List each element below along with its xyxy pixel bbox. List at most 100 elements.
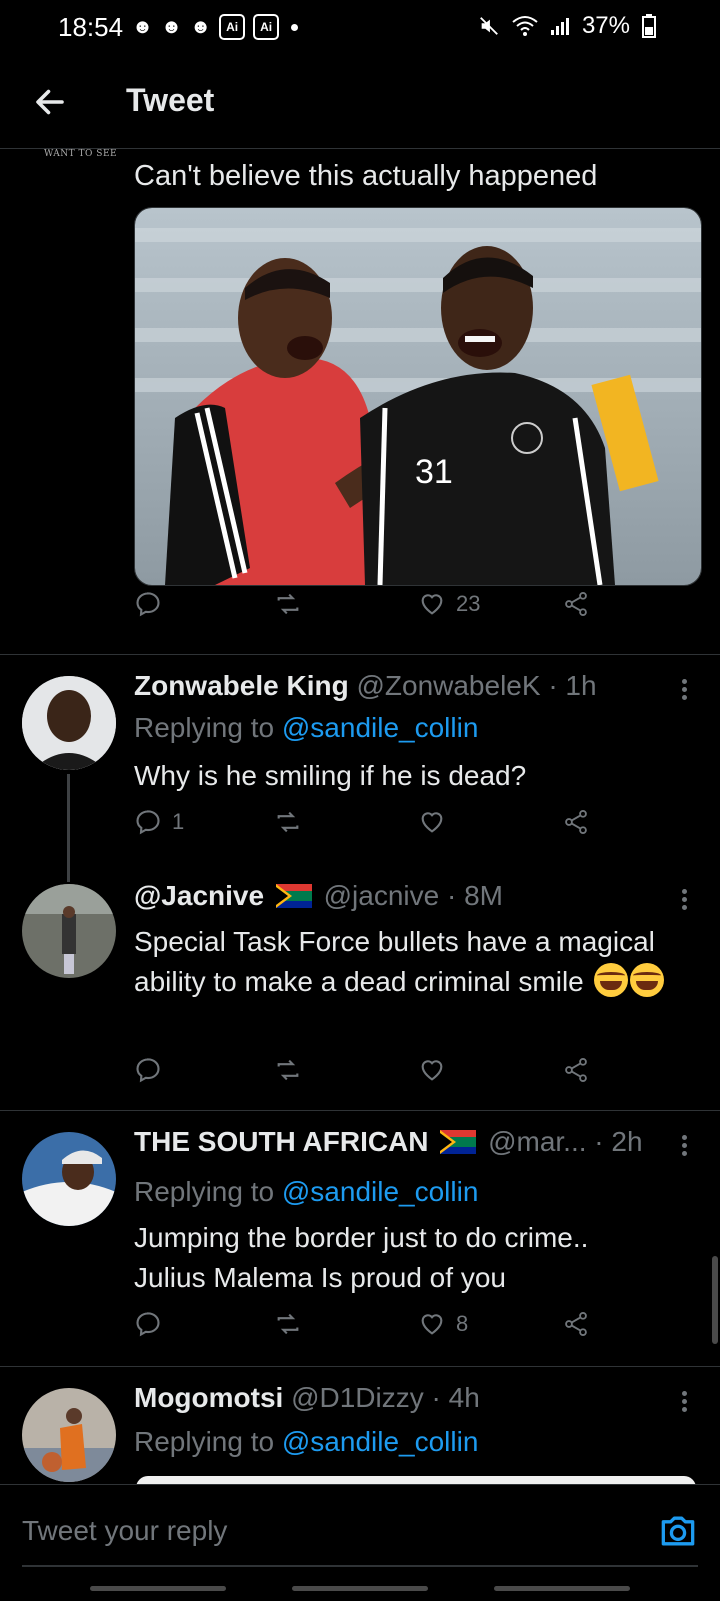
avatar[interactable] (22, 884, 116, 978)
reply-actions: 1 (134, 808, 614, 848)
reply-text-line: Julius Malema Is proud of you (134, 1262, 506, 1293)
ai-app-icon: Ai (253, 14, 280, 40)
nav-recents[interactable] (90, 1586, 226, 1591)
share-button[interactable] (562, 1310, 590, 1338)
reply-button[interactable] (134, 1056, 162, 1084)
mention-link[interactable]: @sandile_collin (282, 712, 479, 743)
battery-percent: 37% (581, 12, 630, 39)
laughing-emoji-icon (629, 963, 664, 997)
mention-link[interactable]: @sandile_collin (282, 1176, 479, 1207)
input-underline (22, 1565, 698, 1567)
reply-text: Why is he smiling if he is dead? (134, 760, 527, 791)
reply-author[interactable]: Zonwabele King @ZonwabeleK · 1h (134, 670, 597, 702)
back-arrow-icon[interactable] (32, 84, 68, 120)
handle: @ZonwabeleK (356, 670, 541, 701)
svg-text:31: 31 (415, 453, 453, 491)
retweet-icon (277, 593, 299, 615)
nav-back[interactable] (494, 1586, 630, 1591)
clipped-image-label: WANT TO SEE (44, 149, 118, 159)
person-add-icon: ☻ (132, 15, 154, 38)
reply-text-line: Jumping the border just to do crime.. (134, 1222, 589, 1253)
replying-to-label: Replying to (134, 1426, 275, 1457)
display-name: Zonwabele King (134, 670, 349, 701)
avatar[interactable] (22, 676, 116, 770)
like-count: 8 (456, 1311, 469, 1336)
share-button[interactable] (562, 808, 590, 836)
battery-icon (642, 14, 656, 38)
retweet-button[interactable] (274, 590, 302, 618)
reply-icon (136, 1312, 160, 1337)
like-button[interactable]: 8 (418, 1310, 468, 1338)
reply-text: Jumping the border just to do crime.. Ju… (134, 1218, 694, 1298)
share-button[interactable] (562, 1056, 590, 1084)
reply-composer: Tweet your reply (0, 1484, 720, 1601)
divider (0, 654, 720, 655)
retweet-button[interactable] (274, 1056, 302, 1084)
tweet-photo[interactable]: 31 (134, 207, 702, 586)
handle: @mar... (488, 1126, 587, 1157)
replying-to: Replying to @sandile_collin (134, 1176, 478, 1208)
reply-actions: 8 (134, 1310, 614, 1350)
retweet-icon (277, 811, 299, 833)
handle: @D1Dizzy (291, 1382, 424, 1413)
retweet-button[interactable] (274, 808, 302, 836)
more-options-icon[interactable] (682, 1132, 690, 1159)
notification-icons: ☻ ☻ ☻ Ai Ai (132, 14, 299, 40)
avatar[interactable] (22, 1388, 116, 1482)
reply-icon (136, 592, 160, 617)
replying-to: Replying to @sandile_collin (134, 1426, 478, 1458)
reply-actions (134, 1056, 614, 1096)
thread-line (67, 774, 70, 882)
timestamp: · 4h (431, 1382, 480, 1413)
timestamp: · 1h (548, 670, 597, 701)
laughing-emoji-icon (593, 963, 628, 997)
reply-author[interactable]: @Jacnive @jacnive · 8M (134, 880, 503, 912)
retweet-button[interactable] (274, 1310, 302, 1338)
display-name: THE SOUTH AFRICAN (134, 1126, 429, 1157)
reply-button[interactable] (134, 590, 162, 618)
reply-text: Special Task Force bullets have a magica… (134, 922, 694, 1002)
divider (0, 1366, 720, 1367)
share-icon (565, 1057, 587, 1083)
status-time: 18:54 (58, 12, 124, 42)
tweet-actions: 23 (134, 590, 614, 630)
replying-to-label: Replying to (134, 712, 275, 743)
more-notifications-icon (291, 23, 299, 31)
mute-icon (480, 17, 498, 35)
handle: @jacnive (323, 880, 440, 911)
like-button[interactable] (418, 808, 446, 836)
top-app-bar: Tweet (0, 56, 720, 149)
more-options-icon[interactable] (682, 1388, 690, 1415)
like-button[interactable] (418, 1056, 446, 1084)
retweet-icon (277, 1313, 299, 1335)
system-icons: 37% (478, 12, 656, 40)
page-title: Tweet (126, 82, 215, 118)
share-button[interactable] (562, 590, 590, 618)
scrollbar[interactable] (712, 1256, 718, 1344)
retweet-icon (277, 1059, 299, 1081)
reply-icon (136, 1058, 160, 1083)
more-options-icon[interactable] (682, 886, 690, 913)
mention-link[interactable]: @sandile_collin (282, 1426, 479, 1457)
south-africa-flag-icon (440, 1130, 477, 1154)
timestamp: · 2h (594, 1126, 643, 1157)
reply-author[interactable]: THE SOUTH AFRICAN @mar... · 2h (134, 1126, 643, 1158)
reply-button[interactable] (134, 1310, 162, 1338)
display-name: @Jacnive (134, 880, 265, 911)
wifi-icon (512, 16, 538, 36)
reply-button[interactable]: 1 (134, 808, 184, 836)
nav-home[interactable] (292, 1586, 428, 1591)
share-icon (565, 591, 587, 617)
like-count: 23 (456, 591, 481, 616)
more-options-icon[interactable] (682, 676, 690, 703)
share-icon (565, 1311, 587, 1337)
signal-icon (550, 18, 569, 35)
avatar[interactable] (22, 1132, 116, 1226)
display-name: Mogomotsi (134, 1382, 284, 1413)
timestamp: · 8M (446, 880, 503, 911)
reply-input[interactable]: Tweet your reply (22, 1515, 227, 1547)
south-africa-flag-icon (275, 884, 312, 908)
reply-author[interactable]: Mogomotsi @D1Dizzy · 4h (134, 1382, 480, 1414)
like-button[interactable]: 23 (418, 590, 480, 618)
camera-icon[interactable] (656, 1509, 700, 1553)
